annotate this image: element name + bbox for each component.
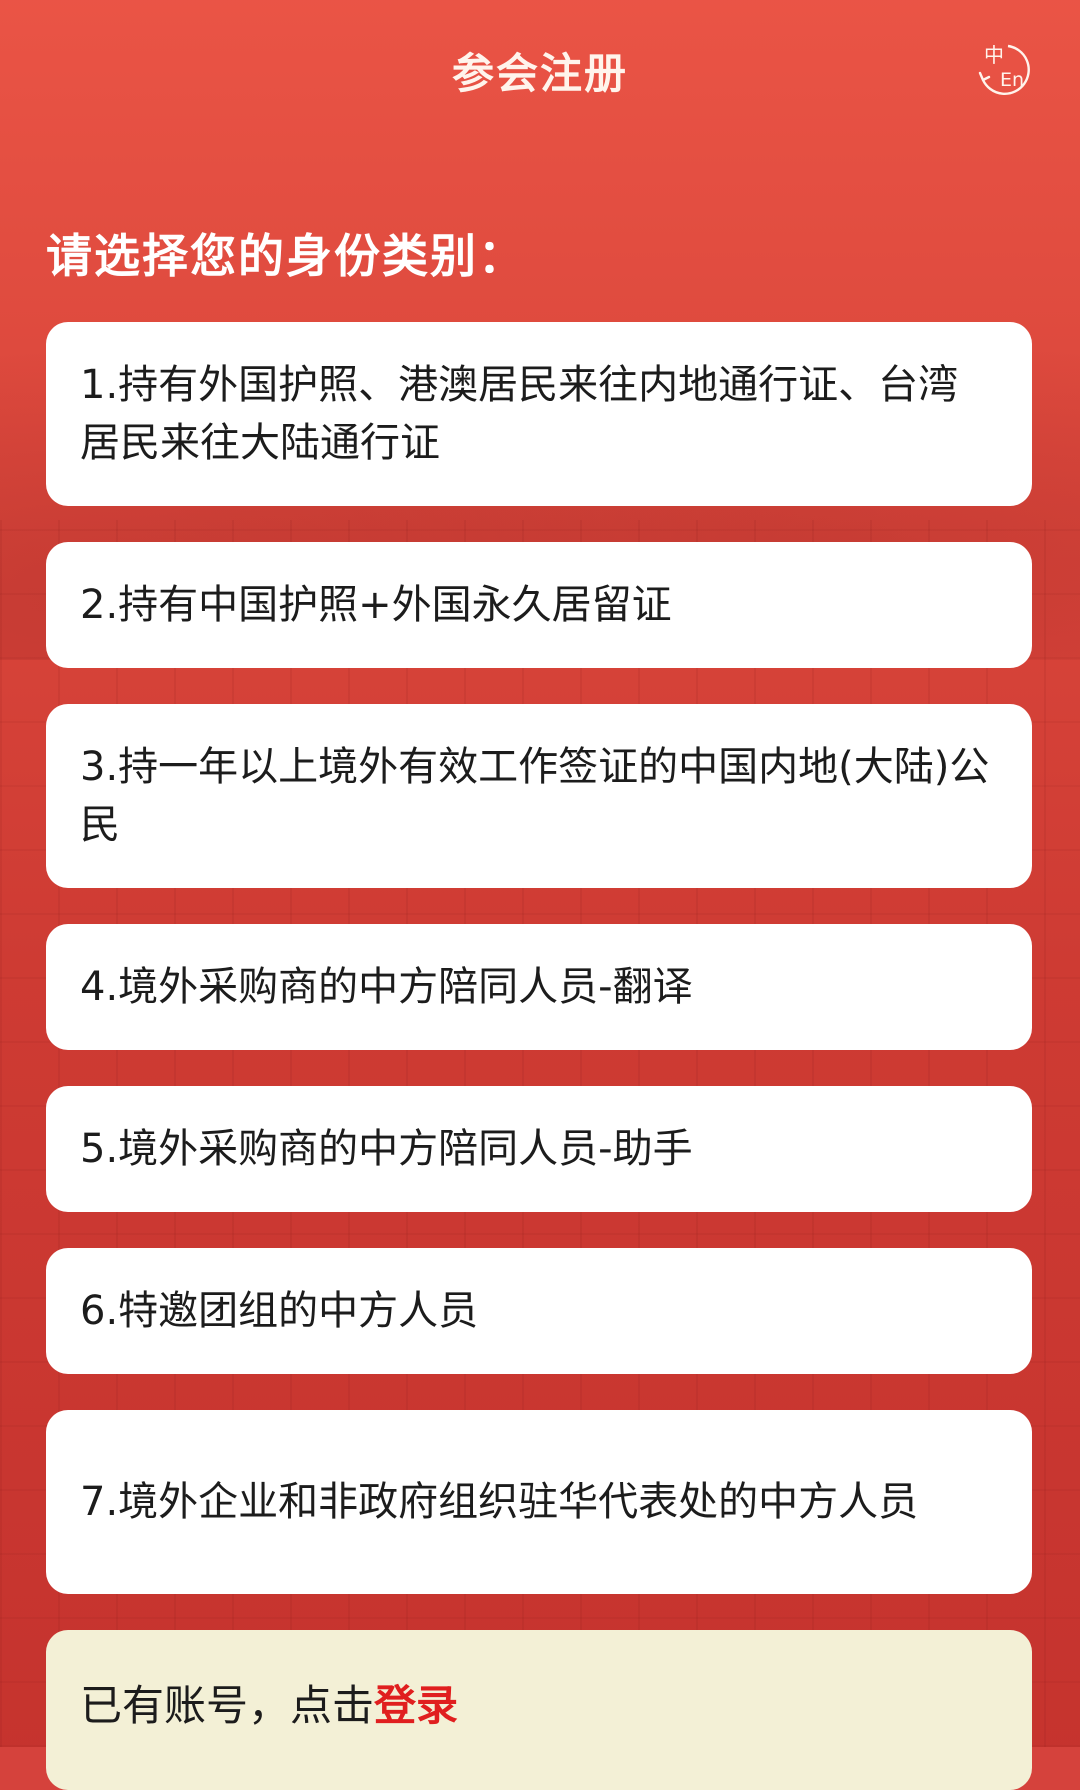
identity-option-label: 4.境外采购商的中方陪同人员-翻译	[80, 964, 693, 1010]
identity-option-label: 2.持有中国护照+外国永久居留证	[80, 582, 672, 628]
lang-zh-label: 中	[984, 43, 1004, 67]
language-switch-button[interactable]: 中 En	[974, 40, 1030, 96]
identity-option-7[interactable]: 7.境外企业和非政府组织驻华代表处的中方人员	[46, 1410, 1032, 1594]
section-title: 请选择您的身份类别：	[46, 229, 526, 283]
identity-option-label: 5.境外采购商的中方陪同人员-助手	[80, 1126, 693, 1172]
zh-en-switch-icon: 中 En	[978, 43, 1030, 95]
identity-option-3[interactable]: 3.持一年以上境外有效工作签证的中国内地(大陆)公民	[46, 704, 1032, 888]
identity-option-1[interactable]: 1.持有外国护照、港澳居民来往内地通行证、台湾居民来往大陆通行证	[46, 322, 1032, 506]
identity-option-label: 7.境外企业和非政府组织驻华代表处的中方人员	[80, 1479, 919, 1525]
identity-option-label: 3.持一年以上境外有效工作签证的中国内地(大陆)公民	[80, 744, 990, 848]
page-title: 参会注册	[451, 49, 628, 98]
identity-option-label: 1.持有外国护照、港澳居民来往内地通行证、台湾居民来往大陆通行证	[80, 362, 959, 466]
identity-option-6[interactable]: 6.特邀团组的中方人员	[46, 1248, 1032, 1374]
login-prompt-text: 已有账号，点击	[80, 1681, 375, 1730]
identity-option-2[interactable]: 2.持有中国护照+外国永久居留证	[46, 542, 1032, 668]
header: 参会注册 中 En	[0, 30, 1080, 110]
identity-option-5[interactable]: 5.境外采购商的中方陪同人员-助手	[46, 1086, 1032, 1212]
identity-option-4[interactable]: 4.境外采购商的中方陪同人员-翻译	[46, 924, 1032, 1050]
identity-option-label: 6.特邀团组的中方人员	[80, 1288, 479, 1334]
lang-en-label: En	[1000, 69, 1024, 91]
login-link[interactable]: 登录	[374, 1681, 458, 1730]
login-prompt: 已有账号，点击登录	[46, 1630, 1032, 1790]
